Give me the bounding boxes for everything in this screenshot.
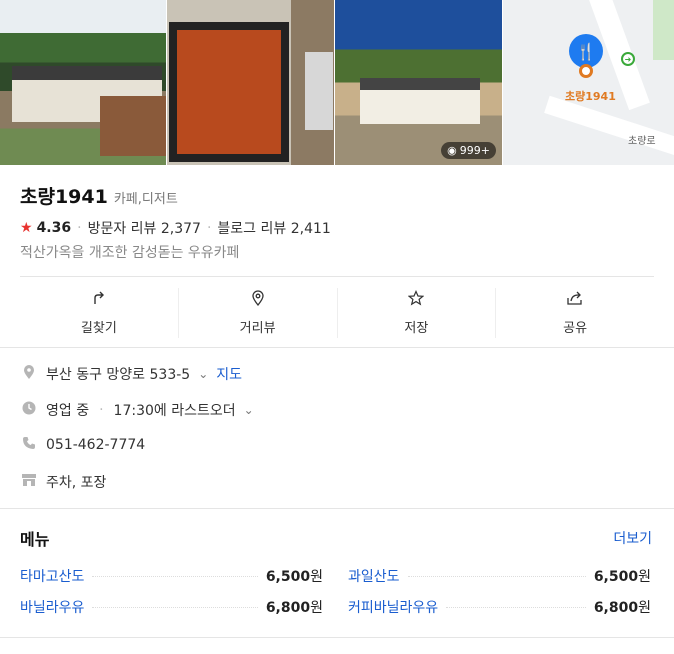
price-unit: 원	[310, 600, 323, 616]
dotted-leader	[92, 606, 258, 608]
map-pin-icon: 🍴	[569, 34, 603, 68]
mini-map[interactable]: 🍴 초량1941 ➜ 초량로	[503, 0, 674, 165]
open-status: 영업 중	[46, 403, 90, 419]
divider	[0, 347, 674, 348]
fence-image	[100, 96, 166, 156]
sign-board	[177, 30, 281, 154]
menu-item-name[interactable]: 과일산도	[348, 566, 400, 586]
phone-number[interactable]: 051-462-7774	[46, 437, 145, 453]
directions-label: 길찾기	[80, 321, 117, 336]
save-button[interactable]: 저장	[338, 288, 497, 338]
price-unit: 원	[638, 600, 651, 616]
rating-star-icon: ★	[20, 220, 33, 236]
place-category: 카페,디저트	[113, 192, 178, 207]
menu-item-price: 6,800원	[594, 597, 651, 617]
photo-count: 999+	[459, 144, 490, 157]
menu-item[interactable]: 바닐라우유 6,800원	[20, 597, 323, 617]
dotted-leader	[92, 575, 258, 577]
share-label: 공유	[563, 321, 588, 336]
dotted-leader	[407, 575, 586, 577]
review-stats: ★ 4.36 · 방문자 리뷰 2,377 · 블로그 리뷰 2,411	[20, 218, 331, 238]
map-link[interactable]: 지도	[216, 364, 242, 384]
menu-more-link[interactable]: 더보기	[613, 528, 652, 548]
directions-button[interactable]: 길찾기	[20, 288, 179, 338]
menu-item[interactable]: 커피바닐라우유 6,800원	[348, 597, 651, 617]
divider	[0, 637, 674, 638]
photo-1[interactable]	[0, 0, 167, 165]
blog-reviews-link[interactable]: 블로그 리뷰 2,411	[217, 218, 330, 238]
streetview-icon	[250, 290, 266, 309]
phone-row: 051-462-7774	[20, 436, 145, 454]
directions-icon	[91, 290, 107, 309]
last-order-text: 17:30에 라스트오더	[113, 403, 236, 419]
streetview-button[interactable]: 거리뷰	[179, 288, 338, 338]
place-description: 적산가옥을 개조한 감성돋는 우유카페	[20, 245, 240, 261]
entrance-icon: ➜	[621, 52, 635, 66]
menu-item[interactable]: 과일산도 6,500원	[348, 566, 651, 586]
location-pin-icon	[20, 364, 38, 384]
photo-strip: ◉ 999+ 🍴 초량1941 ➜ 초량로	[0, 0, 674, 165]
place-header: 초량1941 카페,디저트	[20, 182, 178, 209]
phone-icon	[20, 436, 38, 454]
map-pin-point	[579, 64, 593, 78]
amenities-row: 주차, 포장	[20, 472, 106, 492]
visitor-reviews-link[interactable]: 방문자 리뷰 2,377	[88, 218, 201, 238]
separator-dot: ·	[77, 220, 82, 236]
price-value: 6,800	[593, 600, 639, 616]
house-image	[360, 78, 480, 124]
address-text: 부산 동구 망양로 533-5	[46, 367, 191, 383]
menu-item-name[interactable]: 바닐라우유	[20, 597, 84, 617]
map-road-label: 초량로	[628, 136, 656, 147]
price-value: 6,500	[265, 569, 311, 585]
separator-dot: ·	[206, 220, 212, 236]
rating-value: 4.36	[36, 220, 72, 236]
price-value: 6,500	[593, 569, 639, 585]
clock-icon	[20, 400, 38, 420]
star-icon	[408, 290, 425, 309]
menu-section-title: 메뉴	[20, 530, 50, 549]
divider	[20, 276, 654, 277]
chevron-down-icon[interactable]: ⌄	[244, 403, 254, 417]
share-icon	[566, 290, 584, 309]
save-label: 저장	[404, 321, 429, 336]
amenities-text: 주차, 포장	[46, 475, 107, 491]
photo-count-badge[interactable]: ◉ 999+	[441, 142, 496, 159]
share-button[interactable]: 공유	[496, 288, 654, 338]
price-unit: 원	[310, 569, 323, 585]
photo-2[interactable]	[167, 0, 335, 165]
map-road	[544, 95, 674, 163]
menu-item[interactable]: 타마고산도 6,500원	[20, 566, 323, 586]
chevron-down-icon[interactable]: ⌄	[198, 367, 208, 381]
menu-item-name[interactable]: 타마고산도	[20, 566, 84, 586]
divider	[0, 508, 674, 509]
price-value: 6,800	[265, 600, 311, 616]
menu-item-price: 6,500원	[266, 566, 323, 586]
hours-row: 영업 중 · 17:30에 라스트오더 ⌄	[20, 400, 254, 420]
streetview-label: 거리뷰	[239, 321, 276, 336]
map-pin-label: 초량1941	[565, 90, 616, 103]
menu-item-name[interactable]: 커피바닐라우유	[348, 597, 438, 617]
mailbox-image	[305, 52, 333, 130]
address-row: 부산 동구 망양로 533-5 ⌄ 지도	[20, 364, 242, 384]
action-bar: 길찾기 거리뷰 저장 공유	[20, 288, 654, 338]
price-unit: 원	[638, 569, 651, 585]
separator-dot: ·	[99, 402, 104, 418]
camera-icon: ◉	[447, 144, 457, 157]
photo-3[interactable]: ◉ 999+	[335, 0, 503, 165]
menu-item-price: 6,500원	[594, 566, 651, 586]
place-name: 초량1941	[20, 186, 108, 208]
dotted-leader	[446, 606, 586, 608]
menu-item-price: 6,800원	[266, 597, 323, 617]
store-icon	[20, 473, 38, 491]
map-park	[653, 0, 674, 60]
